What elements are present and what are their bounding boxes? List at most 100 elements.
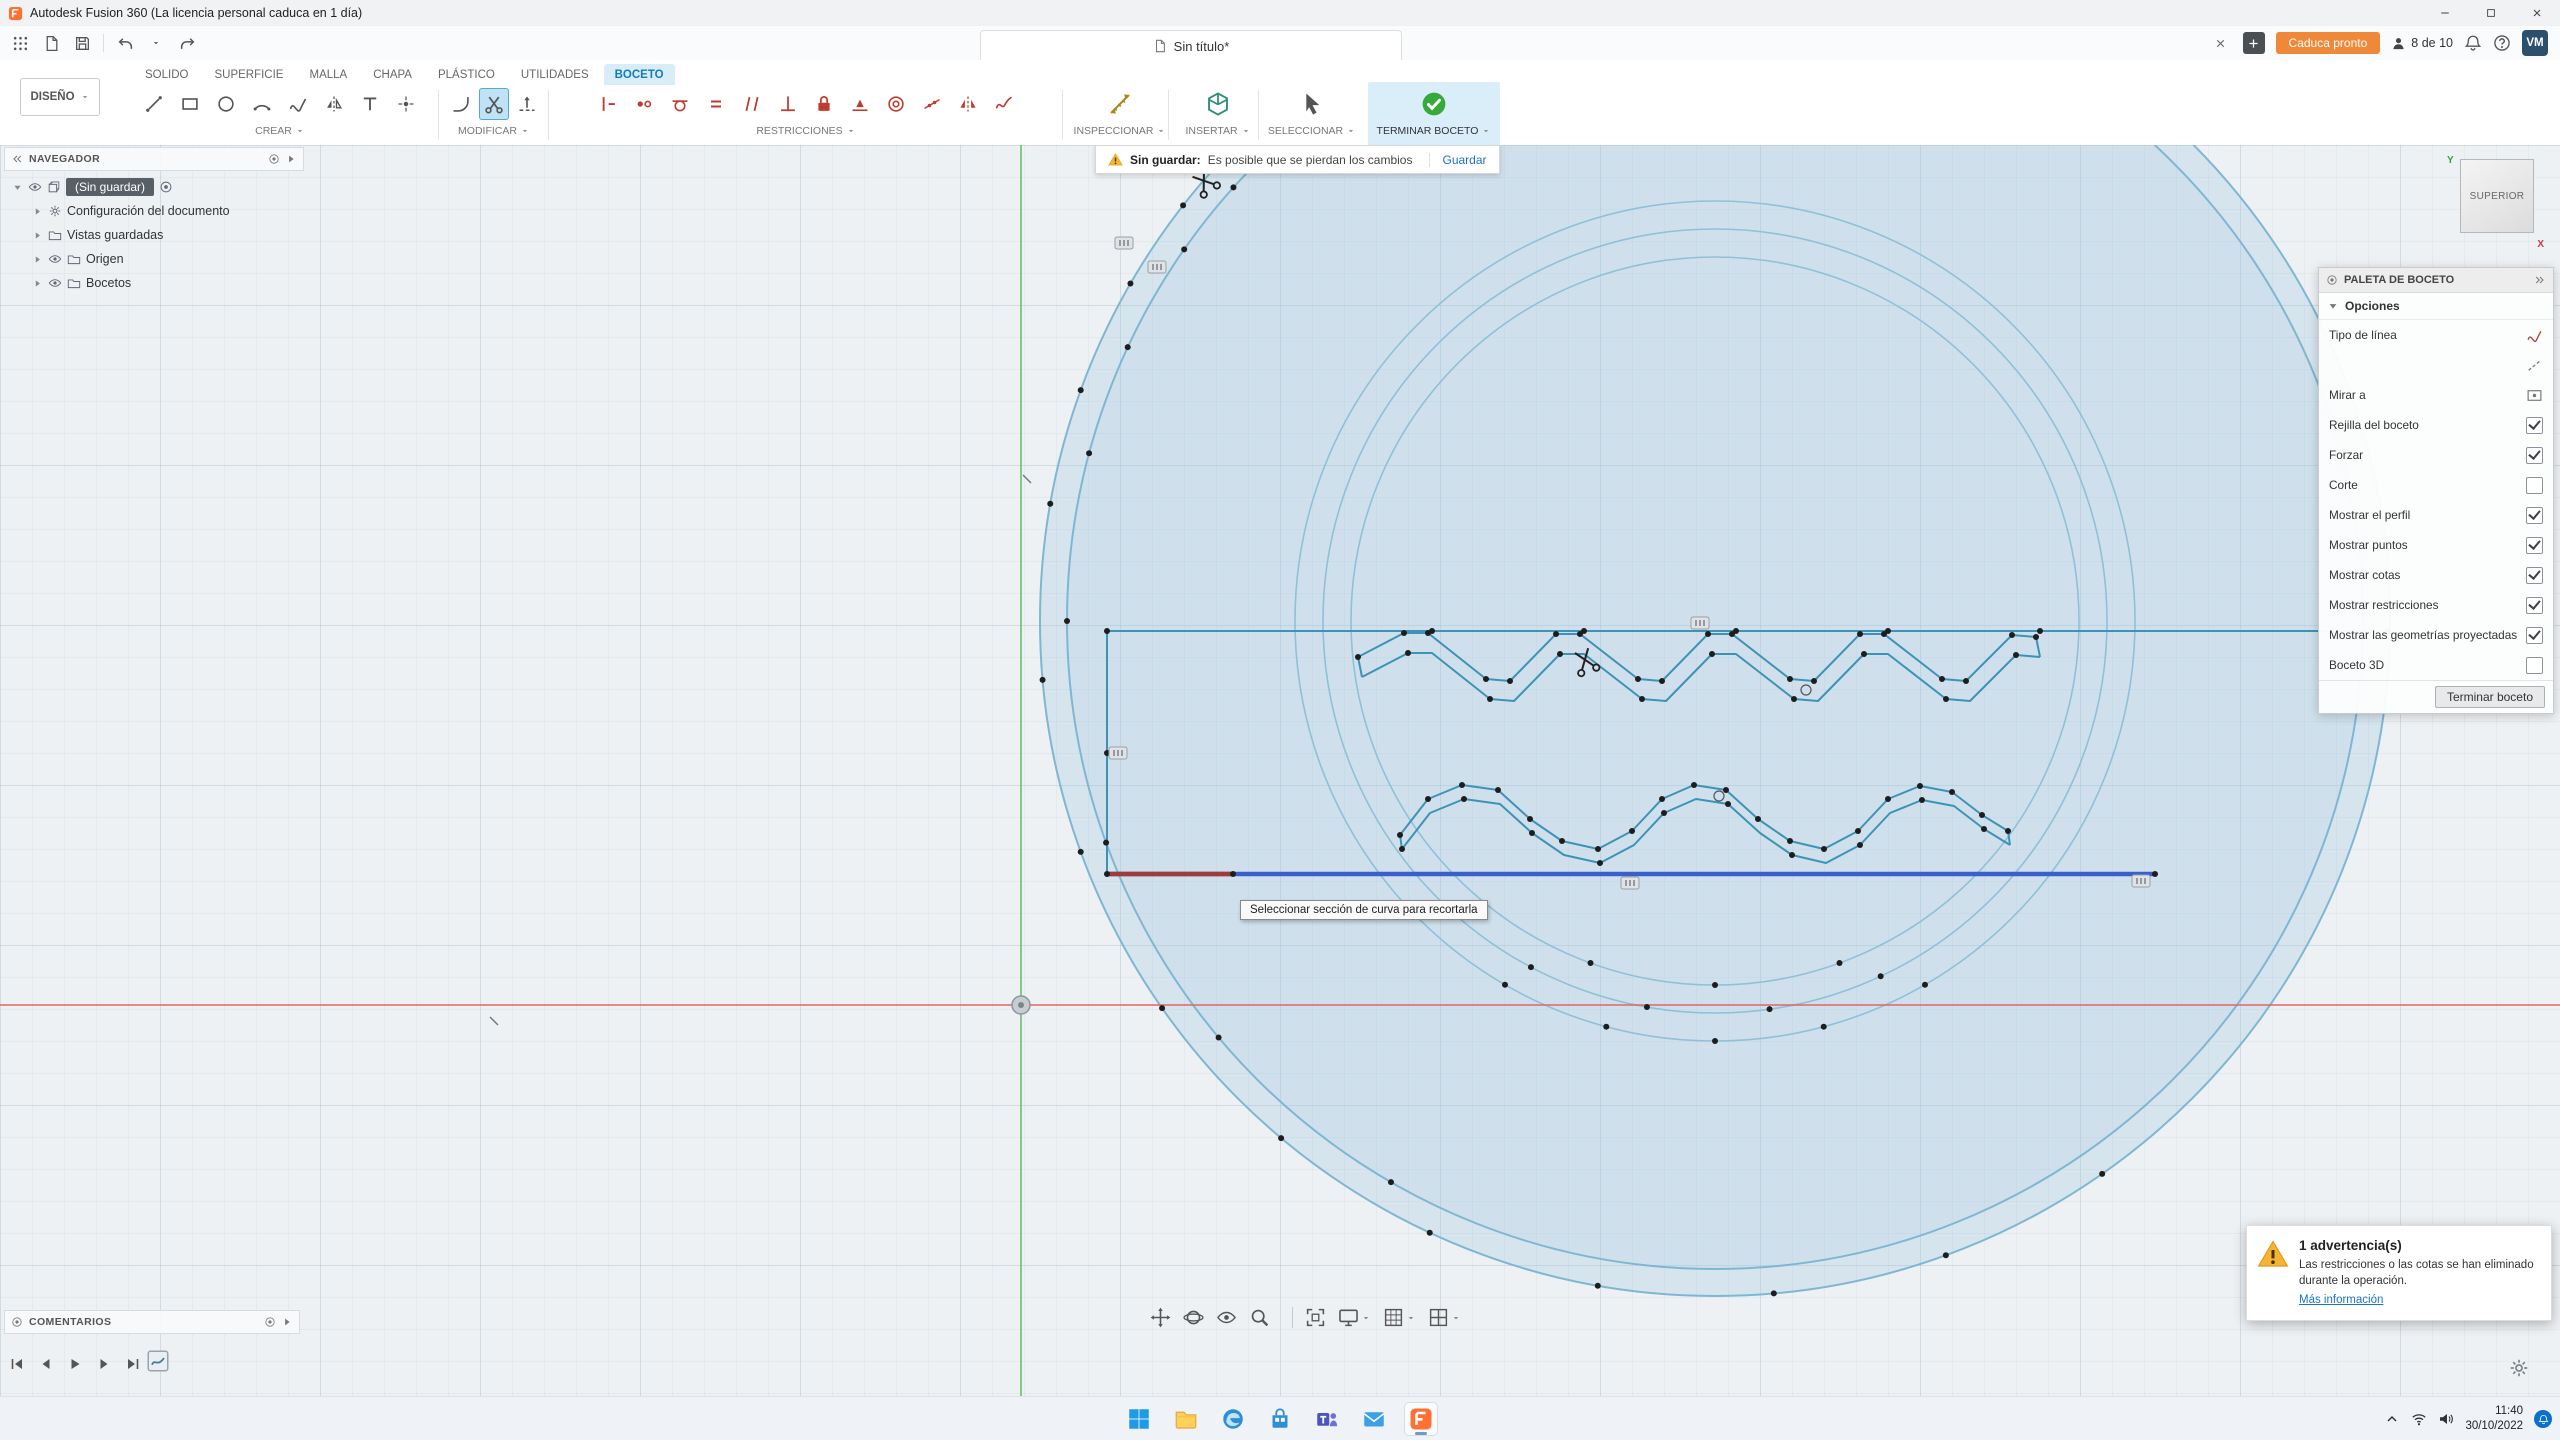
- inspeccionar-menu[interactable]: INSPECCIONAR: [1072, 125, 1168, 137]
- seleccionar-menu[interactable]: SELECCIONAR: [1264, 125, 1360, 137]
- tree-item-saved-views[interactable]: Vistas guardadas: [4, 223, 304, 247]
- viewcube-top-face[interactable]: SUPERIOR: [2460, 159, 2534, 233]
- close-tab-button[interactable]: [2210, 32, 2232, 54]
- insertar-menu[interactable]: INSERTAR: [1176, 125, 1260, 137]
- palette-row[interactable]: Mostrar las geometrías proyectadas: [2319, 620, 2553, 650]
- viewcube[interactable]: SUPERIOR Y X: [2460, 159, 2538, 237]
- minimize-button[interactable]: [2422, 0, 2468, 26]
- go-to-start[interactable]: [6, 1353, 28, 1375]
- tree-item-document-settings[interactable]: Configuración del documento: [4, 199, 304, 223]
- restricciones-menu[interactable]: RESTRICCIONES: [556, 125, 1056, 137]
- fusion-360[interactable]: [1404, 1402, 1438, 1436]
- zoom-tool[interactable]: [1249, 1307, 1270, 1328]
- palette-row[interactable]: Mostrar puntos: [2319, 530, 2553, 560]
- step-forward[interactable]: [93, 1353, 115, 1375]
- play[interactable]: [64, 1353, 86, 1375]
- tab-plastico[interactable]: PLÁSTICO: [427, 64, 506, 85]
- tab-superficie[interactable]: SUPERFICIE: [203, 64, 294, 85]
- file-explorer[interactable]: [1169, 1402, 1203, 1436]
- constraint-fix[interactable]: [808, 88, 840, 120]
- ground-icon[interactable]: [159, 180, 173, 194]
- clock[interactable]: 11:40 30/10/2022: [2465, 1404, 2523, 1434]
- navigator-header[interactable]: NAVEGADOR: [4, 147, 304, 171]
- tab-utilidades[interactable]: UTILIDADES: [510, 64, 600, 85]
- checkbox[interactable]: [2526, 567, 2543, 584]
- options-section-header[interactable]: Opciones: [2319, 293, 2553, 320]
- fit-view[interactable]: [1292, 1307, 1326, 1328]
- constraint-tangent[interactable]: [664, 88, 696, 120]
- checkbox[interactable]: [2526, 477, 2543, 494]
- expand-arrow-icon[interactable]: [32, 230, 43, 241]
- expand-arrow-icon[interactable]: [32, 206, 43, 217]
- visibility-eye-icon[interactable]: [28, 180, 42, 194]
- new-tab-button[interactable]: [2243, 32, 2265, 54]
- help-button[interactable]: [2493, 34, 2511, 52]
- save-link[interactable]: Guardar: [1429, 153, 1486, 167]
- redo-button[interactable]: [173, 29, 201, 57]
- sketch-canvas[interactable]: [0, 145, 2560, 1396]
- constraint-collinear[interactable]: [916, 88, 948, 120]
- checkbox[interactable]: [2526, 627, 2543, 644]
- undo-dropdown[interactable]: [142, 29, 170, 57]
- constraint-concentric[interactable]: [880, 88, 912, 120]
- visibility-eye-icon[interactable]: [48, 252, 62, 266]
- palette-row[interactable]: Tipo de línea: [2319, 320, 2553, 350]
- finish-sketch-button[interactable]: Terminar boceto: [2435, 686, 2545, 708]
- mail[interactable]: [1357, 1402, 1391, 1436]
- point-tool[interactable]: [390, 88, 422, 120]
- checkbox[interactable]: [2526, 447, 2543, 464]
- filter-icon[interactable]: [268, 153, 280, 165]
- orbit-tool[interactable]: [1183, 1307, 1204, 1328]
- tab-malla[interactable]: MALLA: [298, 64, 358, 85]
- display-settings[interactable]: [1338, 1307, 1371, 1328]
- notification-badge[interactable]: [2534, 1410, 2552, 1428]
- inspect-button[interactable]: [1100, 86, 1140, 122]
- constraint-horizontal-vertical[interactable]: [592, 88, 624, 120]
- tree-item-root[interactable]: (Sin guardar): [4, 175, 304, 199]
- tray-overflow-button[interactable]: [2384, 1411, 2400, 1427]
- palette-row[interactable]: Mostrar el perfil: [2319, 500, 2553, 530]
- user-avatar[interactable]: VM: [2522, 30, 2548, 56]
- collapse-panel-icon[interactable]: [2534, 274, 2546, 286]
- spline-icon[interactable]: [2526, 327, 2543, 344]
- tab-chapa[interactable]: CHAPA: [362, 64, 423, 85]
- tree-item-sketches[interactable]: Bocetos: [4, 271, 304, 295]
- spline-tool[interactable]: [282, 88, 314, 120]
- constraint-parallel[interactable]: [736, 88, 768, 120]
- constraint-coincident[interactable]: [628, 88, 660, 120]
- palette-row[interactable]: Mostrar cotas: [2319, 560, 2553, 590]
- terminar-boceto-menu[interactable]: TERMINAR BOCETO: [1368, 125, 1500, 137]
- constraint-midpoint[interactable]: [844, 88, 876, 120]
- expand-arrow-icon[interactable]: [32, 254, 43, 265]
- expand-arrow-icon[interactable]: [32, 278, 43, 289]
- panel-expand-icon[interactable]: [285, 153, 297, 165]
- modificar-menu[interactable]: MODIFICAR: [446, 125, 542, 137]
- select-button[interactable]: [1292, 86, 1332, 122]
- finish-sketch-button[interactable]: [1414, 86, 1454, 122]
- text-tool[interactable]: [354, 88, 386, 120]
- more-info-link[interactable]: Más información: [2299, 1294, 2383, 1306]
- notifications-button[interactable]: [2464, 34, 2482, 52]
- edge-browser[interactable]: [1216, 1402, 1250, 1436]
- fillet-tool[interactable]: [446, 88, 475, 120]
- close-button[interactable]: [2514, 0, 2560, 26]
- tree-item-origin[interactable]: Origen: [4, 247, 304, 271]
- look-at-tool[interactable]: [1216, 1307, 1237, 1328]
- palette-row[interactable]: [2319, 350, 2553, 380]
- panel-expand-icon[interactable]: [281, 1316, 293, 1328]
- checkbox[interactable]: [2526, 657, 2543, 674]
- tab-boceto[interactable]: BOCETO: [604, 64, 675, 85]
- timeline-sketch-feature[interactable]: [146, 1349, 170, 1373]
- volume-icon[interactable]: [2438, 1411, 2454, 1427]
- quota-badge[interactable]: 8 de 10: [2391, 36, 2453, 51]
- circle-tool[interactable]: [210, 88, 242, 120]
- trim-tool[interactable]: [479, 88, 508, 120]
- teams[interactable]: [1310, 1402, 1344, 1436]
- tab-solido[interactable]: SOLIDO: [134, 64, 199, 85]
- preferences-gear-icon[interactable]: [2508, 1357, 2530, 1379]
- grid-settings[interactable]: [1383, 1307, 1416, 1328]
- palette-row[interactable]: Rejilla del boceto: [2319, 410, 2553, 440]
- checkbox[interactable]: [2526, 537, 2543, 554]
- palette-row[interactable]: Corte: [2319, 470, 2553, 500]
- checkbox[interactable]: [2526, 597, 2543, 614]
